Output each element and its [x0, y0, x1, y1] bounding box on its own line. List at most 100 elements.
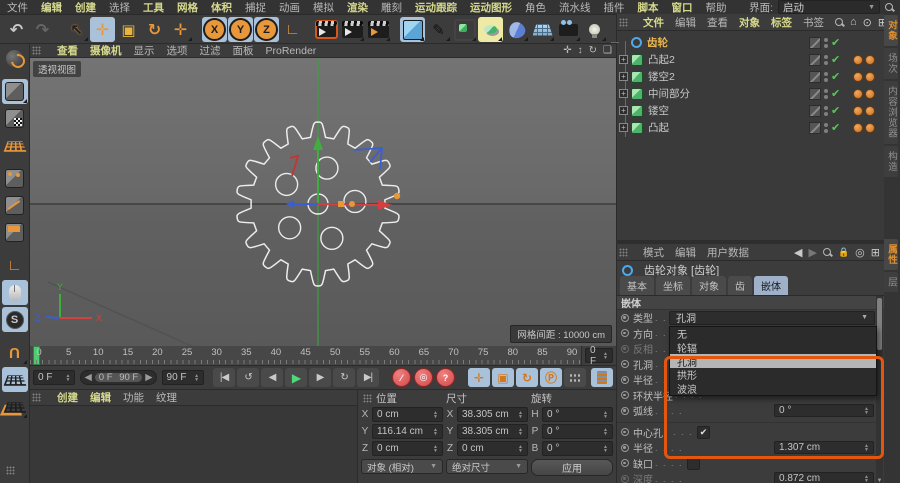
- home-icon[interactable]: ⌂: [850, 16, 857, 28]
- axis-z-lock-button[interactable]: Z: [254, 17, 279, 42]
- attribute-scrollbar[interactable]: ▼: [876, 296, 883, 483]
- menu-x[interactable]: 流水线: [559, 0, 591, 15]
- coord-field-H[interactable]: 0 ° ▲ ▼: [542, 407, 613, 422]
- menu-x[interactable]: 文件: [643, 15, 664, 30]
- menu-x[interactable]: 选项: [167, 43, 188, 58]
- goto-end-button[interactable]: ▶|: [357, 368, 380, 387]
- param-bullet-icon[interactable]: [621, 360, 629, 369]
- spinner-icon[interactable]: ▲ ▼: [861, 474, 869, 483]
- param-bullet-icon[interactable]: [621, 406, 629, 415]
- param-field[interactable]: 0 ° ▲ ▼: [774, 404, 874, 418]
- menu-x[interactable]: 文件: [7, 0, 28, 15]
- move-button[interactable]: ✛: [90, 17, 115, 42]
- current-frame-field[interactable]: 0 F ▲ ▼: [585, 345, 613, 367]
- param-bullet-icon[interactable]: [621, 313, 629, 322]
- menu-x[interactable]: 过滤: [200, 43, 221, 58]
- floor-button[interactable]: [530, 17, 555, 42]
- snap-button[interactable]: U: [2, 340, 28, 365]
- coord-field-X[interactable]: 0 cm ▲ ▼: [372, 407, 443, 422]
- param-bullet-icon[interactable]: [621, 443, 629, 452]
- viewport-view-label[interactable]: 透视视图: [33, 61, 82, 77]
- search-icon[interactable]: [822, 247, 832, 257]
- menu-x[interactable]: 显示: [134, 43, 155, 58]
- menu-x[interactable]: 网格: [177, 0, 198, 15]
- menu-x[interactable]: 面板: [233, 43, 254, 58]
- coord-field-Z[interactable]: 0 cm ▲ ▼: [457, 441, 528, 456]
- visibility-dots[interactable]: [824, 71, 828, 82]
- menu-x[interactable]: 查看: [707, 15, 728, 30]
- expand-icon[interactable]: +: [619, 106, 628, 115]
- tag-icon[interactable]: [853, 71, 863, 82]
- type-dropdown[interactable]: 孔洞 ▼: [669, 310, 875, 325]
- object-row-0[interactable]: 齿轮 ✔: [611, 34, 884, 51]
- menu-x[interactable]: 模式: [643, 245, 664, 260]
- spinner-icon[interactable]: ▲ ▼: [63, 373, 71, 382]
- menu-x[interactable]: 捕捉: [245, 0, 266, 15]
- spinner-icon[interactable]: ▲ ▼: [515, 427, 523, 436]
- param-bullet-icon[interactable]: [621, 329, 629, 338]
- model-mode-button[interactable]: [1, 79, 28, 104]
- next-frame-button[interactable]: ▶: [309, 368, 332, 387]
- interface-dropdown[interactable]: 启动 ▼: [778, 0, 880, 14]
- key-dots-button[interactable]: [564, 368, 587, 387]
- enabled-check-icon[interactable]: ✔: [831, 70, 840, 83]
- polygons-mode-button[interactable]: [2, 220, 28, 245]
- panel-grip[interactable]: [619, 17, 628, 27]
- coord-mode-dropdown[interactable]: 对象 (相对) ▼: [361, 459, 443, 474]
- timeline-ruler[interactable]: 0 5 10 15 20 25 30 35 40 45 50 55 60 65 70 75 80 85 90 0 F…: [30, 345, 616, 367]
- object-row-1[interactable]: + 凸起2 ✔: [617, 51, 884, 68]
- tag-icon[interactable]: [865, 105, 875, 116]
- tag-icon[interactable]: [865, 88, 875, 99]
- expand-icon[interactable]: +: [619, 72, 628, 81]
- menu-x[interactable]: 雕刻: [381, 0, 402, 15]
- pan-icon[interactable]: ✛: [563, 45, 571, 56]
- rotate-view-icon[interactable]: ↻: [589, 45, 597, 56]
- menu-x[interactable]: 角色: [525, 0, 546, 15]
- param-bullet-icon[interactable]: [621, 428, 629, 437]
- preview-range-slider[interactable]: ◀ 0 F 90 F ▶: [80, 370, 157, 385]
- render-picture-viewer-button[interactable]: [340, 17, 365, 42]
- menu-x[interactable]: 运动图形: [470, 0, 512, 15]
- visibility-dots[interactable]: [824, 122, 828, 133]
- live-selection-button[interactable]: ↖: [64, 17, 89, 42]
- vtab-层[interactable]: 层: [884, 271, 898, 292]
- undo-button[interactable]: ↶: [4, 17, 29, 42]
- layer-toggle[interactable]: [809, 104, 821, 117]
- frame-start-field[interactable]: 0 F ▲ ▼: [33, 370, 76, 385]
- menu-x[interactable]: 查看: [57, 43, 78, 58]
- menu-x[interactable]: 窗口: [672, 0, 693, 15]
- enabled-check-icon[interactable]: ✔: [831, 104, 840, 117]
- spinner-icon[interactable]: ▲ ▼: [600, 410, 608, 419]
- object-name[interactable]: 凸起2: [648, 52, 675, 67]
- menu-x[interactable]: 书签: [803, 15, 824, 30]
- expand-icon[interactable]: +: [619, 55, 628, 64]
- spinner-icon[interactable]: ▲ ▼: [430, 410, 438, 419]
- play-button[interactable]: ▶: [285, 368, 308, 387]
- menu-x[interactable]: 运动跟踪: [415, 0, 457, 15]
- vtab-属性[interactable]: 属性: [884, 238, 898, 270]
- object-row-5[interactable]: + 凸起 ✔: [617, 119, 884, 136]
- panel-grip[interactable]: [619, 247, 628, 257]
- axis-x-lock-button[interactable]: X: [202, 17, 227, 42]
- menu-x[interactable]: 动画: [279, 0, 300, 15]
- tag-icon[interactable]: [865, 54, 875, 65]
- target-icon[interactable]: ◎: [855, 246, 865, 259]
- panel-grip[interactable]: [363, 394, 372, 403]
- filter-icon[interactable]: ⊙: [863, 16, 872, 29]
- scrollbar-down-icon[interactable]: ▼: [876, 478, 883, 483]
- object-name[interactable]: 齿轮: [647, 35, 668, 50]
- param-field[interactable]: 0.872 cm ▲ ▼: [774, 472, 874, 483]
- coord-mode-dropdown[interactable]: 绝对尺寸 ▼: [446, 459, 528, 474]
- generator-sweep-button[interactable]: [478, 17, 503, 42]
- coord-field-Y[interactable]: 116.14 cm ▲ ▼: [372, 424, 443, 439]
- tag-icon[interactable]: [865, 71, 875, 82]
- dropdown-option-波浪[interactable]: 波浪: [670, 382, 876, 396]
- workplane-snap-button[interactable]: [1, 367, 28, 392]
- spinner-icon[interactable]: ▲ ▼: [430, 427, 438, 436]
- expand-icon[interactable]: +: [619, 89, 628, 98]
- visibility-dots[interactable]: [824, 88, 828, 99]
- key-rotation-button[interactable]: ↻: [516, 368, 539, 387]
- redo-button[interactable]: ↷: [30, 17, 55, 42]
- menu-x[interactable]: 摄像机: [90, 43, 122, 58]
- play-backward-button[interactable]: ↺: [237, 368, 260, 387]
